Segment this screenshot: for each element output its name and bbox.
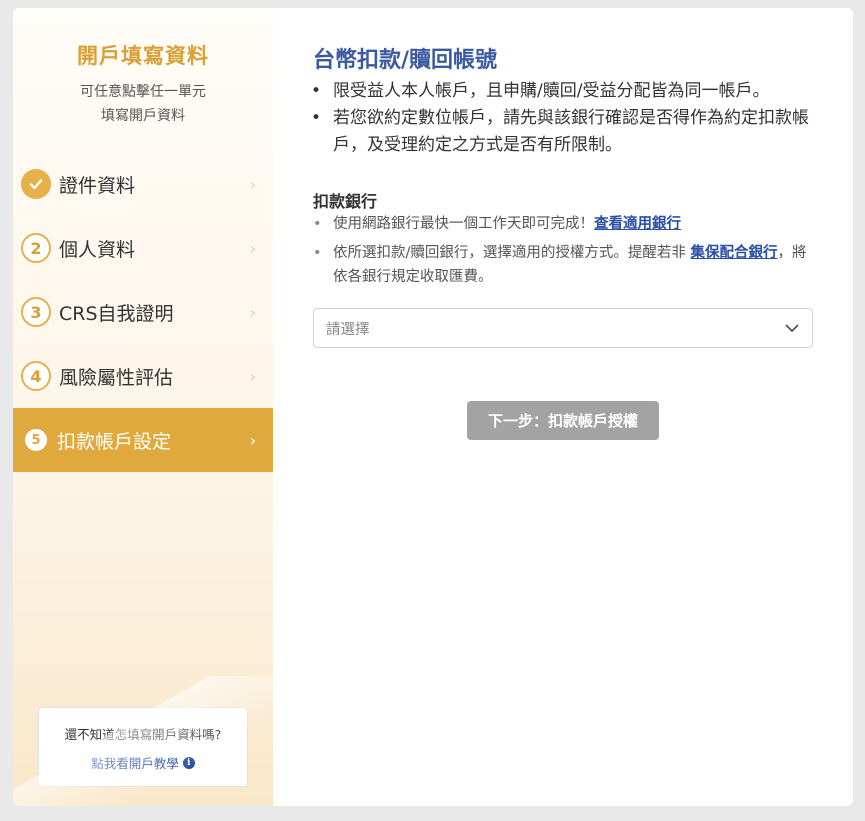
chevron-right-icon: › (249, 366, 257, 386)
sidebar-subtitle: 可任意點擊任一單元 填寫開戶資料 (13, 80, 273, 128)
sidebar: 開戶填寫資料 可任意點擊任一單元 填寫開戶資料 證件資料 › 2 個人資料 › … (13, 8, 273, 806)
step-number: 5 (25, 429, 47, 451)
chevron-right-icon: › (249, 430, 257, 450)
info-icon: i (182, 756, 195, 769)
note-text: 依所選扣款/贖回銀行，選擇適用的授權方式。提醒若非 (333, 245, 691, 261)
sidebar-item-label: CRS自我證明 (59, 302, 174, 325)
sidebar-subtitle-line1: 可任意點擊任一單元 (80, 84, 206, 100)
help-question: 還不知道怎填寫開戶資料嗎? (64, 727, 222, 742)
account-rules-list: 限受益人本人帳戶，且申購/贖回/受益分配皆為同一帳戶。 若您欲約定數位帳戶，請先… (311, 78, 811, 159)
step-number: 2 (21, 233, 51, 263)
form-card: 開戶填寫資料 可任意點擊任一單元 填寫開戶資料 證件資料 › 2 個人資料 › … (13, 8, 853, 806)
sidebar-item-debit-account[interactable]: 5 扣款帳戶設定 › (13, 408, 273, 472)
tutorial-link[interactable]: 點我看開戶教學 i (91, 753, 195, 772)
note-text: 使用網路銀行最快一個工作天即可完成！ (333, 216, 594, 232)
bank-select[interactable]: 請選擇 (313, 308, 813, 348)
chevron-right-icon: › (249, 302, 257, 322)
help-box: 還不知道怎填寫開戶資料嗎? 點我看開戶教學 i (38, 707, 248, 787)
tdcc-banks-link[interactable]: 集保配合銀行 (691, 245, 778, 261)
sidebar-title: 開戶填寫資料 (77, 44, 209, 68)
main-content: 台幣扣款/贖回帳號 限受益人本人帳戶，且申購/贖回/受益分配皆為同一帳戶。 若您… (273, 8, 853, 806)
check-icon (21, 169, 51, 199)
sidebar-item-label: 風險屬性評估 (59, 366, 174, 389)
sidebar-item-risk-assessment[interactable]: 4 風險屬性評估 › (13, 344, 273, 408)
sidebar-item-label: 個人資料 (59, 238, 136, 261)
applicable-banks-link[interactable]: 查看適用銀行 (594, 216, 681, 232)
step-number: 3 (21, 297, 51, 327)
sidebar-subtitle-line2: 填寫開戶資料 (101, 108, 185, 124)
sidebar-item-label: 扣款帳戶設定 (57, 430, 172, 453)
sidebar-item-label: 證件資料 (59, 174, 136, 197)
bank-section-title: 扣款銀行 (313, 192, 378, 211)
list-item: 使用網路銀行最快一個工作天即可完成！查看適用銀行 (311, 212, 811, 236)
chevron-right-icon: › (249, 174, 257, 194)
sidebar-item-id-documents[interactable]: 證件資料 › (13, 152, 273, 216)
bank-select-placeholder: 請選擇 (326, 321, 370, 338)
bank-notes-list: 使用網路銀行最快一個工作天即可完成！查看適用銀行 依所選扣款/贖回銀行，選擇適用… (311, 212, 811, 294)
tutorial-link-label: 點我看開戶教學 (91, 756, 179, 771)
list-item: 若您欲約定數位帳戶，請先與該銀行確認是否得作為約定扣款帳戶，及受理約定之方式是否… (311, 105, 811, 159)
list-item: 限受益人本人帳戶，且申購/贖回/受益分配皆為同一帳戶。 (311, 78, 811, 105)
page-title: 台幣扣款/贖回帳號 (313, 48, 498, 73)
list-item: 依所選扣款/贖回銀行，選擇適用的授權方式。提醒若非 集保配合銀行，將依各銀行規定… (311, 241, 811, 289)
step-number: 4 (21, 361, 51, 391)
chevron-right-icon: › (249, 238, 257, 258)
next-step-button[interactable]: 下一步：扣款帳戶授權 (467, 401, 659, 440)
sidebar-item-personal-info[interactable]: 2 個人資料 › (13, 216, 273, 280)
sidebar-item-crs[interactable]: 3 CRS自我證明 › (13, 280, 273, 344)
chevron-down-icon (784, 320, 800, 336)
